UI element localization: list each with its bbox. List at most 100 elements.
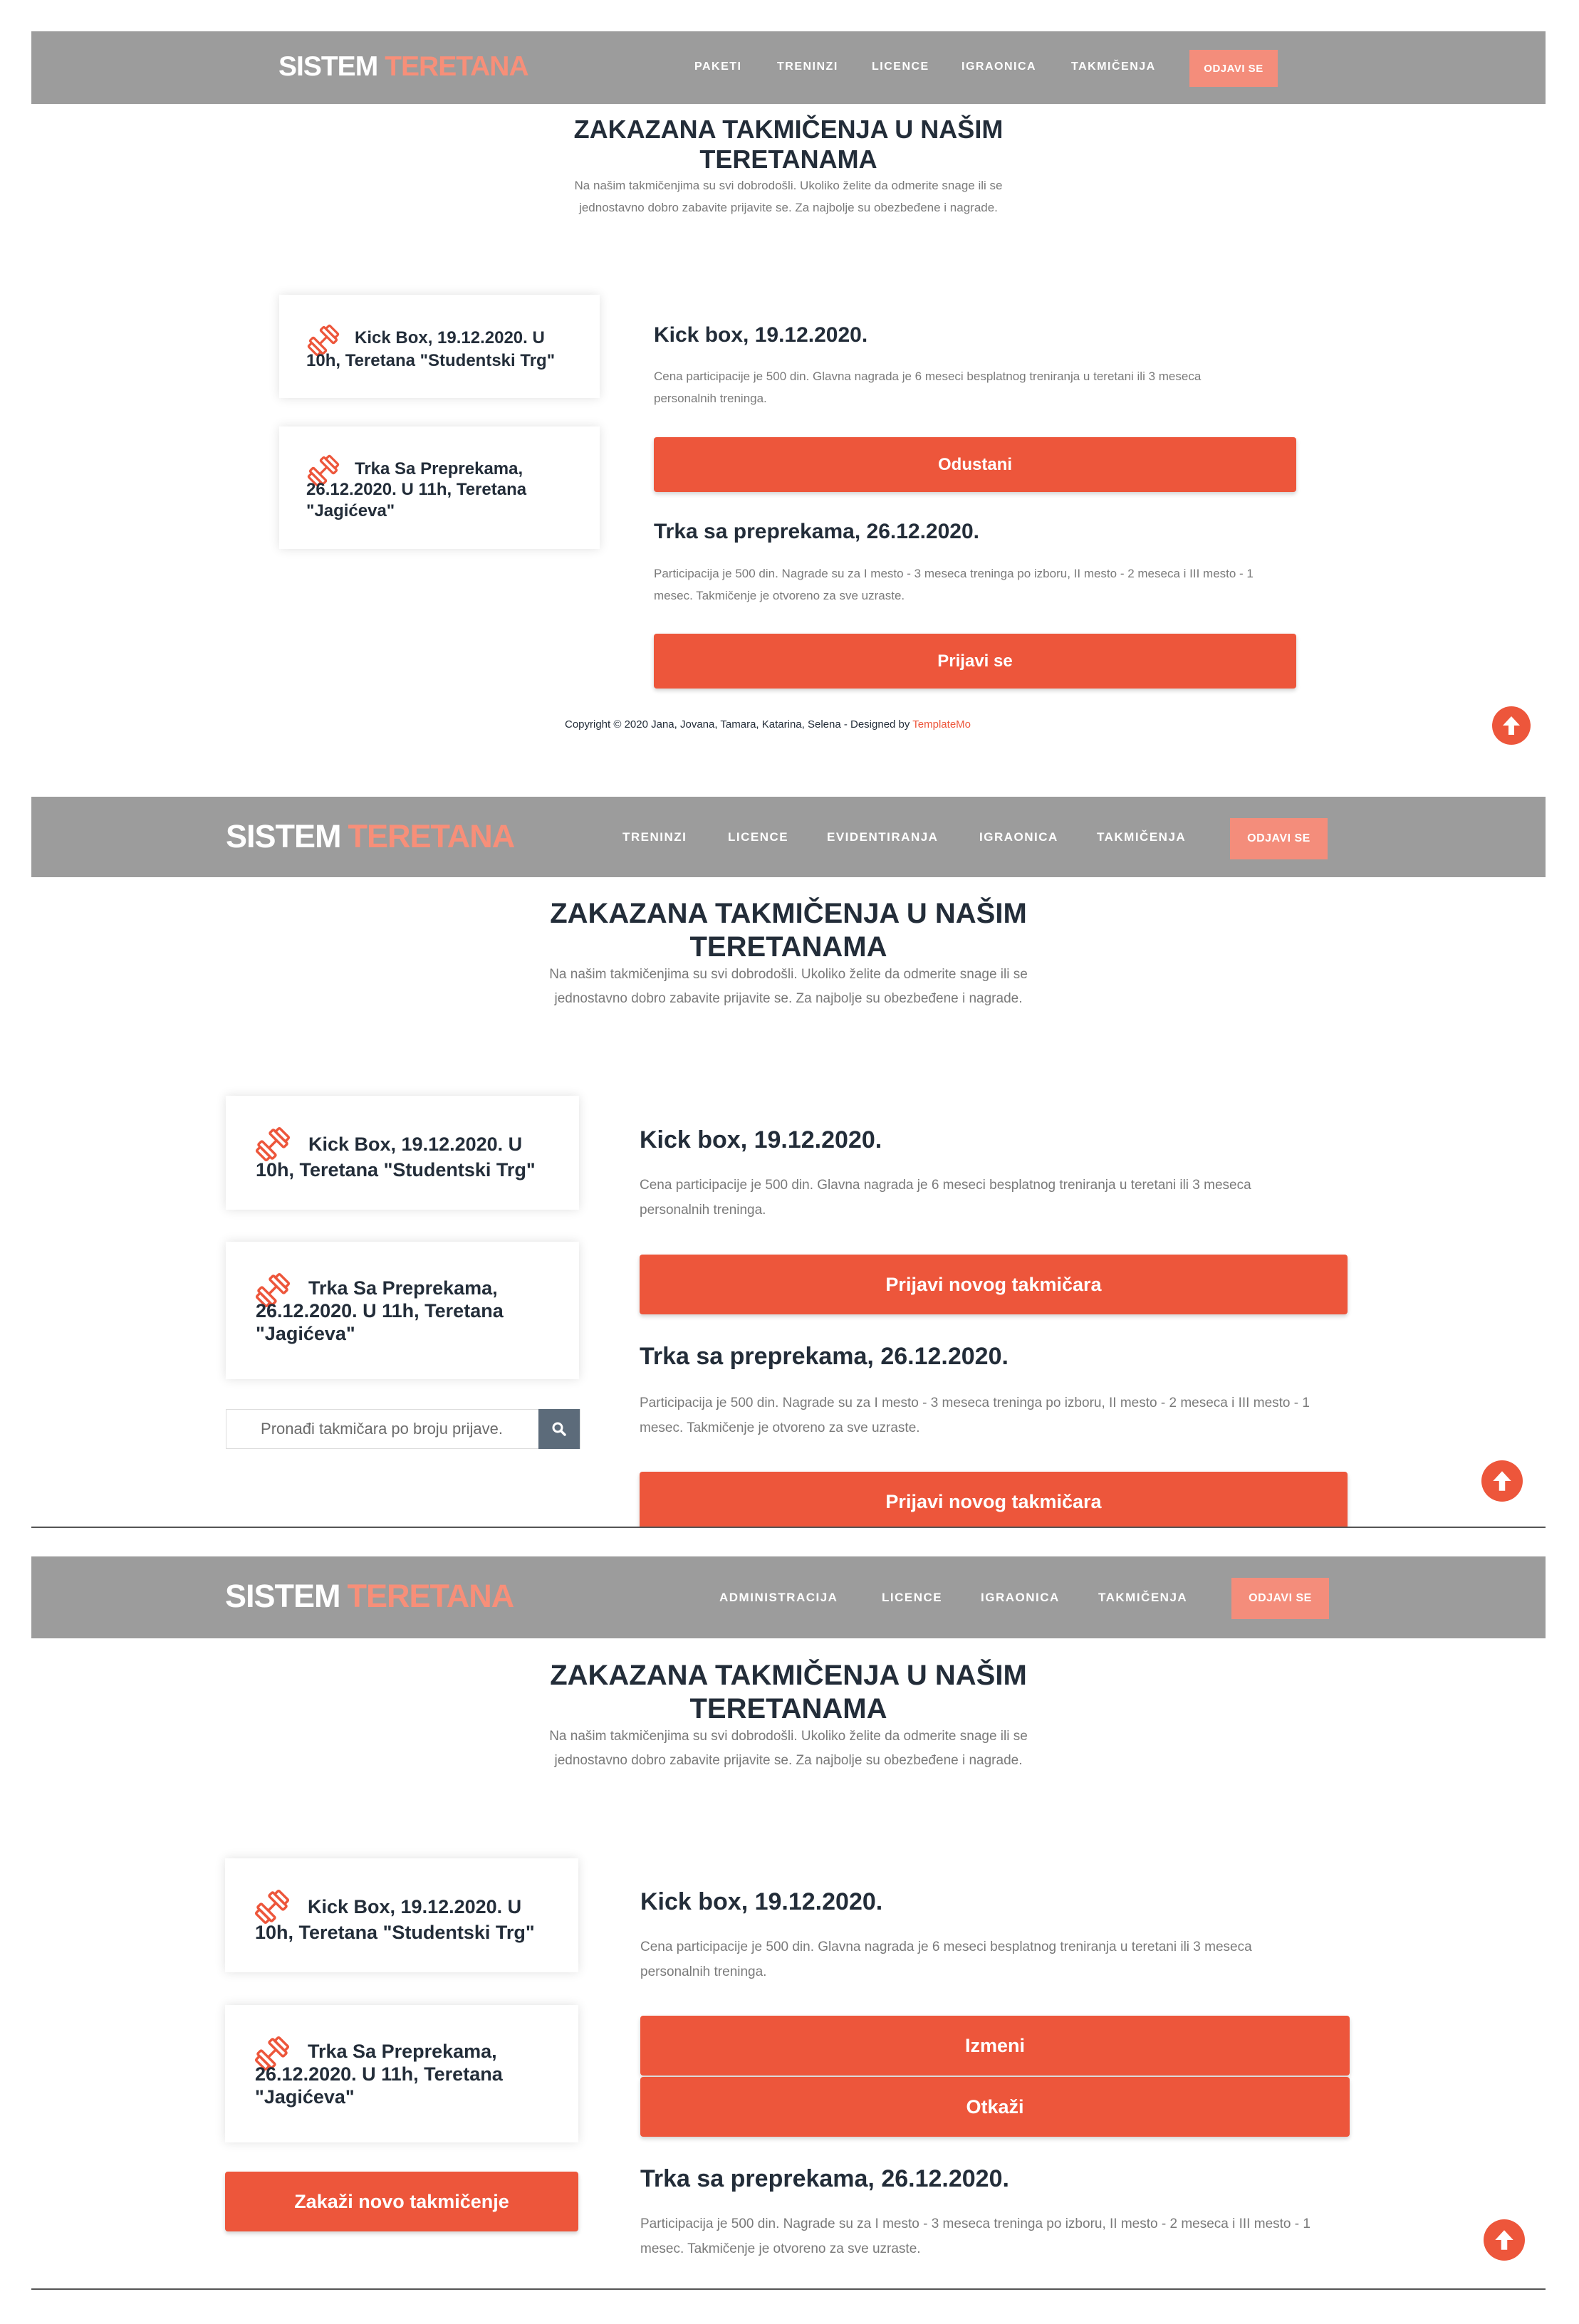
event-desc-line: mesec. Takmičenje je otvoreno za sve uzr… (640, 1420, 920, 1436)
page-title-line1: ZAKAZANA TAKMIČENJA U NAŠIM (550, 1660, 1027, 1691)
logout-button[interactable]: ODJAVI SE (1230, 818, 1328, 859)
event-desc-line: Cena participacije je 500 din. Glavna na… (654, 370, 1202, 383)
card-line: Trka Sa Preprekama, (355, 459, 523, 478)
page-subtitle-line1: Na našim takmičenjima su svi dobrodošli.… (574, 179, 1003, 192)
logo[interactable]: SISTEM TERETANA (278, 51, 529, 83)
nav-item-takmicenja[interactable]: TAKMIČENJA (1071, 61, 1156, 73)
competition-card-trka[interactable]: Trka Sa Preprekama, 26.12.2020. U 11h, T… (226, 1242, 579, 1379)
page-subtitle: Na našim takmičenjima su svi dobrodošli.… (31, 1724, 1546, 1773)
nav-item-evidentiranja[interactable]: EVIDENTIRANJA (827, 830, 938, 844)
register-competitor-button-kickbox[interactable]: Prijavi novog takmičara (640, 1255, 1348, 1314)
nav-item-administracija[interactable]: ADMINISTRACIJA (719, 1591, 838, 1605)
logo-main: SISTEM (226, 818, 342, 854)
nav-bar: SISTEM TERETANA PAKETI TRENINZI LICENCE I… (31, 31, 1546, 104)
competition-card-kickbox[interactable]: Kick Box, 19.12.2020. U 10h, Teretana "S… (279, 295, 600, 398)
nav-item-igraonica[interactable]: IGRAONICA (981, 1591, 1060, 1605)
event-title-trka: Trka sa preprekama, 26.12.2020. (640, 2165, 1009, 2192)
search-input[interactable]: Pronađi takmičara po broju prijave. (226, 1410, 537, 1448)
nav-item-paketi[interactable]: PAKETI (694, 61, 741, 73)
event-title-kickbox: Kick box, 19.12.2020. (640, 1126, 882, 1153)
event-title-kickbox: Kick box, 19.12.2020. (654, 323, 868, 347)
cancel-competition-button[interactable]: Otkaži (640, 2077, 1350, 2137)
page-subtitle-line1: Na našim takmičenjima su svi dobrodošli.… (549, 967, 1028, 982)
card-line: 10h, Teretana "Studentski Trg" (256, 1159, 536, 1181)
nav-item-takmicenja[interactable]: TAKMIČENJA (1098, 1591, 1187, 1605)
page-subtitle-line1: Na našim takmičenjima su svi dobrodošli.… (549, 1729, 1028, 1744)
logout-button[interactable]: ODJAVI SE (1231, 1578, 1329, 1619)
card-line: Kick Box, 19.12.2020. U (355, 328, 545, 347)
nav-item-igraonica[interactable]: IGRAONICA (962, 61, 1036, 73)
page-title-line1: ZAKAZANA TAKMIČENJA U NAŠIM (573, 115, 1004, 144)
event-desc-line: personalnih treninga. (654, 392, 767, 406)
logo[interactable]: SISTEM TERETANA (225, 1578, 514, 1615)
page-subtitle-line2: jednostavno dobro zabavite prijavite se.… (579, 200, 998, 214)
copyright-link[interactable]: TemplateMo (912, 718, 971, 731)
search-button[interactable] (538, 1409, 580, 1449)
scroll-top-button[interactable] (1484, 2219, 1525, 2261)
card-text: Trka Sa Preprekama, 26.12.2020. U 11h, T… (255, 2041, 568, 2109)
schedule-competition-button[interactable]: Zakaži novo takmičenje (225, 2172, 578, 2231)
copyright-text: Copyright © 2020 Jana, Jovana, Tamara, K… (565, 718, 913, 731)
event-desc-line: Participacija je 500 din. Nagrade su za … (640, 1396, 1310, 1410)
card-line: Kick Box, 19.12.2020. U (308, 1134, 523, 1155)
card-line: Trka Sa Preprekama, (308, 2041, 497, 2062)
logo-main: SISTEM (278, 51, 378, 82)
event-desc-line: mesec. Takmičenje je otvoreno za sve uzr… (640, 2241, 921, 2257)
competition-card-kickbox[interactable]: Kick Box, 19.12.2020. U 10h, Teretana "S… (226, 1096, 579, 1210)
card-text: Trka Sa Preprekama, 26.12.2020. U 11h, T… (306, 459, 591, 521)
page-title-line2: TERETANAMA (689, 1693, 887, 1725)
logout-button[interactable]: ODJAVI SE (1189, 50, 1278, 87)
card-text: Trka Sa Preprekama, 26.12.2020. U 11h, T… (256, 1277, 569, 1346)
nav-item-takmicenja[interactable]: TAKMIČENJA (1097, 830, 1186, 844)
page-subtitle: Na našim takmičenjima su svi dobrodošli.… (31, 963, 1546, 1011)
divider (31, 2288, 1546, 2290)
event-desc-kickbox: Cena participacije je 500 din. Glavna na… (640, 1173, 1251, 1223)
event-desc-line: Participacija je 500 din. Nagrade su za … (654, 567, 1254, 580)
event-desc-line: personalnih treninga. (640, 1964, 767, 1980)
card-line: Kick Box, 19.12.2020. U (308, 1896, 522, 1917)
event-title-kickbox: Kick box, 19.12.2020. (640, 1888, 883, 1915)
event-desc-trka: Participacija je 500 din. Nagrade su za … (640, 1391, 1310, 1440)
search-icon (552, 1422, 566, 1436)
page-subtitle-line2: jednostavno dobro zabavite prijavite se.… (554, 991, 1023, 1007)
page-title: ZAKAZANA TAKMIČENJA U NAŠIM TERETANAMA (31, 115, 1546, 175)
nav-item-igraonica[interactable]: IGRAONICA (979, 830, 1058, 844)
card-line: 26.12.2020. U 11h, Teretana (256, 1299, 504, 1321)
card-line: 26.12.2020. U 11h, Teretana (306, 480, 527, 500)
page-title: ZAKAZANA TAKMIČENJA U NAŠIM TERETANAMA (31, 897, 1546, 964)
register-button[interactable]: Prijavi se (654, 634, 1296, 689)
event-desc-line: mesec. Takmičenje je otvoreno za sve uzr… (654, 589, 905, 603)
logo-accent: TERETANA (347, 1578, 515, 1614)
page-subtitle-line2: jednostavno dobro zabavite prijavite se.… (554, 1753, 1023, 1769)
cancel-registration-button[interactable]: Odustani (654, 437, 1296, 492)
nav-item-licence[interactable]: LICENCE (728, 830, 788, 844)
nav-item-licence[interactable]: LICENCE (882, 1591, 942, 1605)
nav-item-treninzi[interactable]: TRENINZI (777, 61, 838, 73)
register-competitor-button-trka[interactable]: Prijavi novog takmičara (640, 1472, 1348, 1528)
card-line: "Jagićeva" (255, 2085, 355, 2108)
nav-bar: SISTEM TERETANA TRENINZI LICENCE EVIDENTI… (31, 797, 1546, 877)
page-subtitle: Na našim takmičenjima su svi dobrodošli.… (31, 175, 1546, 219)
event-desc-line: Participacija je 500 din. Nagrade su za … (640, 2216, 1310, 2231)
nav-bar: SISTEM TERETANA ADMINISTRACIJA LICENCE IG… (31, 1556, 1546, 1638)
scroll-top-button[interactable] (1481, 1460, 1523, 1502)
screen-staff: SISTEM TERETANA TRENINZI LICENCE EVIDENTI… (31, 795, 1546, 1528)
edit-button[interactable]: Izmeni (640, 2016, 1350, 2076)
competition-card-kickbox[interactable]: Kick Box, 19.12.2020. U 10h, Teretana "S… (225, 1858, 578, 1972)
page-title-line2: TERETANAMA (689, 931, 887, 963)
competition-card-trka[interactable]: Trka Sa Preprekama, 26.12.2020. U 11h, T… (279, 426, 600, 549)
nav-item-licence[interactable]: LICENCE (872, 61, 929, 73)
page-title-line2: TERETANAMA (699, 145, 877, 174)
event-desc-kickbox: Cena participacije je 500 din. Glavna na… (640, 1935, 1252, 1984)
scroll-top-button[interactable] (1492, 706, 1531, 745)
card-line: "Jagićeva" (256, 1322, 355, 1344)
logo[interactable]: SISTEM TERETANA (226, 818, 515, 855)
event-desc-trka: Participacija je 500 din. Nagrade su za … (654, 562, 1254, 607)
card-text: Kick Box, 19.12.2020. U 10h, Teretana "S… (306, 327, 591, 373)
competition-card-trka[interactable]: Trka Sa Preprekama, 26.12.2020. U 11h, T… (225, 2005, 578, 2142)
card-line: 26.12.2020. U 11h, Teretana (255, 2063, 503, 2085)
page-title-line1: ZAKAZANA TAKMIČENJA U NAŠIM (550, 898, 1027, 929)
logo-accent: TERETANA (385, 51, 528, 82)
nav-item-treninzi[interactable]: TRENINZI (622, 830, 687, 844)
card-line: Trka Sa Preprekama, (308, 1277, 498, 1299)
